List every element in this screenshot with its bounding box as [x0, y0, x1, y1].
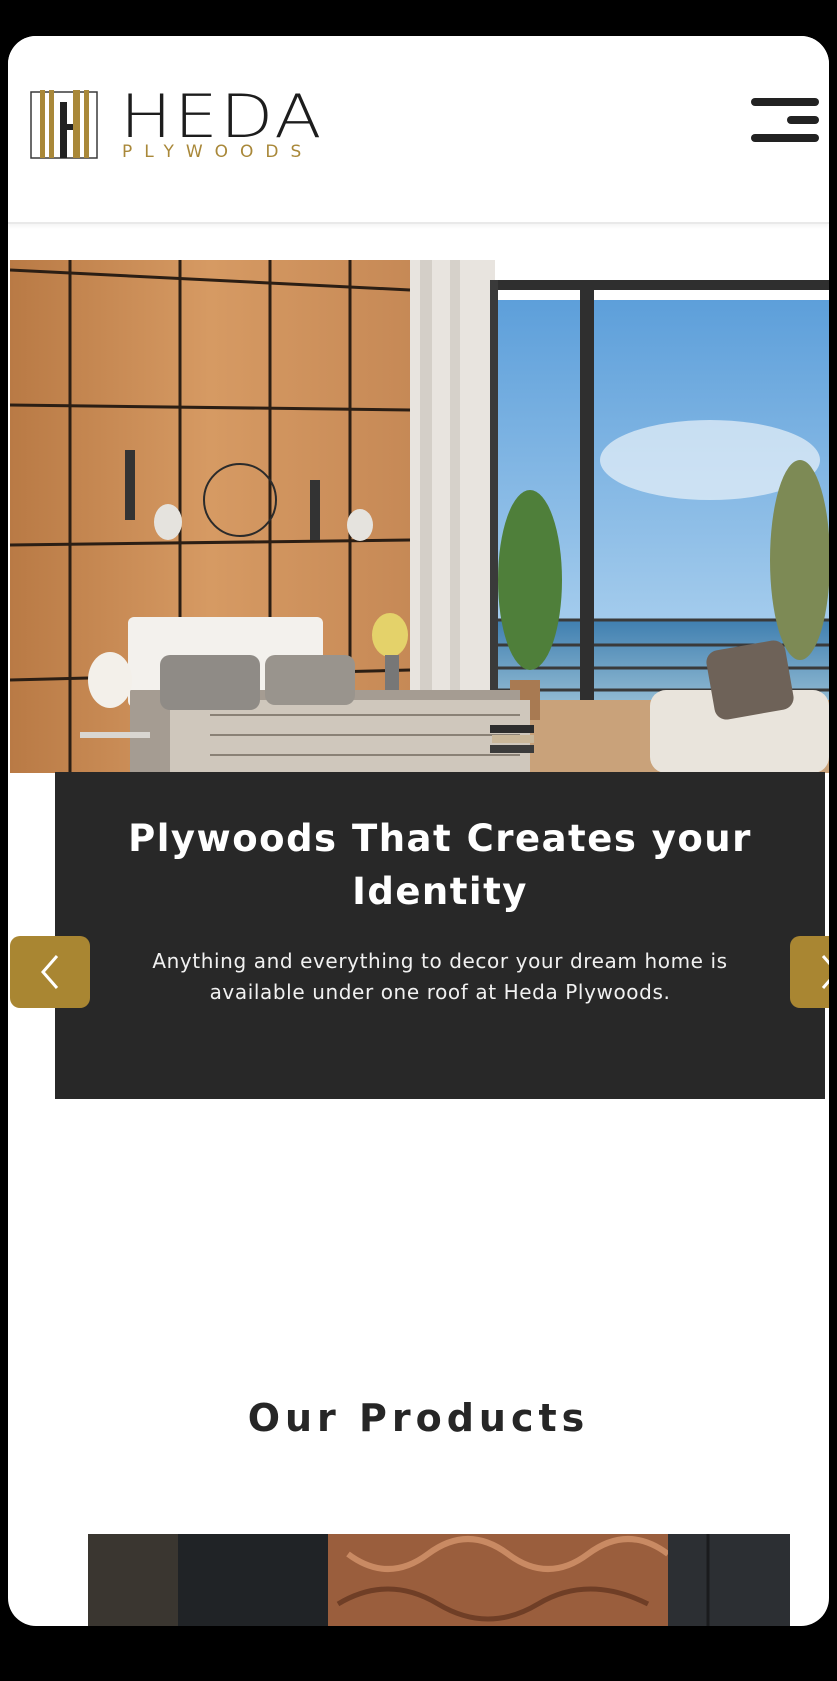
logo-subtitle: PLYWOODS [122, 142, 314, 162]
device-frame: HEDA PLYWOODS Plywoods That Creates your… [0, 0, 837, 1681]
menu-bar-bottom [751, 134, 819, 142]
hero-caption: Plywoods That Creates your Identity Anyt… [55, 772, 825, 1099]
menu-bar-middle [787, 116, 819, 124]
hero-title: Plywoods That Creates your Identity [128, 817, 752, 913]
hero-bedroom-image [10, 260, 829, 773]
menu-bar-top [751, 98, 819, 106]
heda-logo[interactable]: HEDA PLYWOODS [30, 82, 350, 164]
hero-slider: Plywoods That Creates your Identity Anyt… [10, 260, 829, 1140]
slider-next-button[interactable] [790, 936, 829, 1008]
chevron-right-icon [821, 955, 829, 989]
hero-subtitle: Anything and everything to decor your dr… [152, 949, 728, 1004]
phone-screen: HEDA PLYWOODS Plywoods That Creates your… [8, 36, 829, 1626]
site-header: HEDA PLYWOODS [8, 36, 829, 224]
logo-mark-icon [30, 90, 98, 159]
hamburger-menu-icon[interactable] [751, 98, 819, 142]
products-section-title: Our Products [247, 1395, 590, 1440]
slider-prev-button[interactable] [10, 936, 90, 1008]
chevron-left-icon [41, 955, 59, 989]
product-image-strip[interactable] [88, 1534, 790, 1626]
